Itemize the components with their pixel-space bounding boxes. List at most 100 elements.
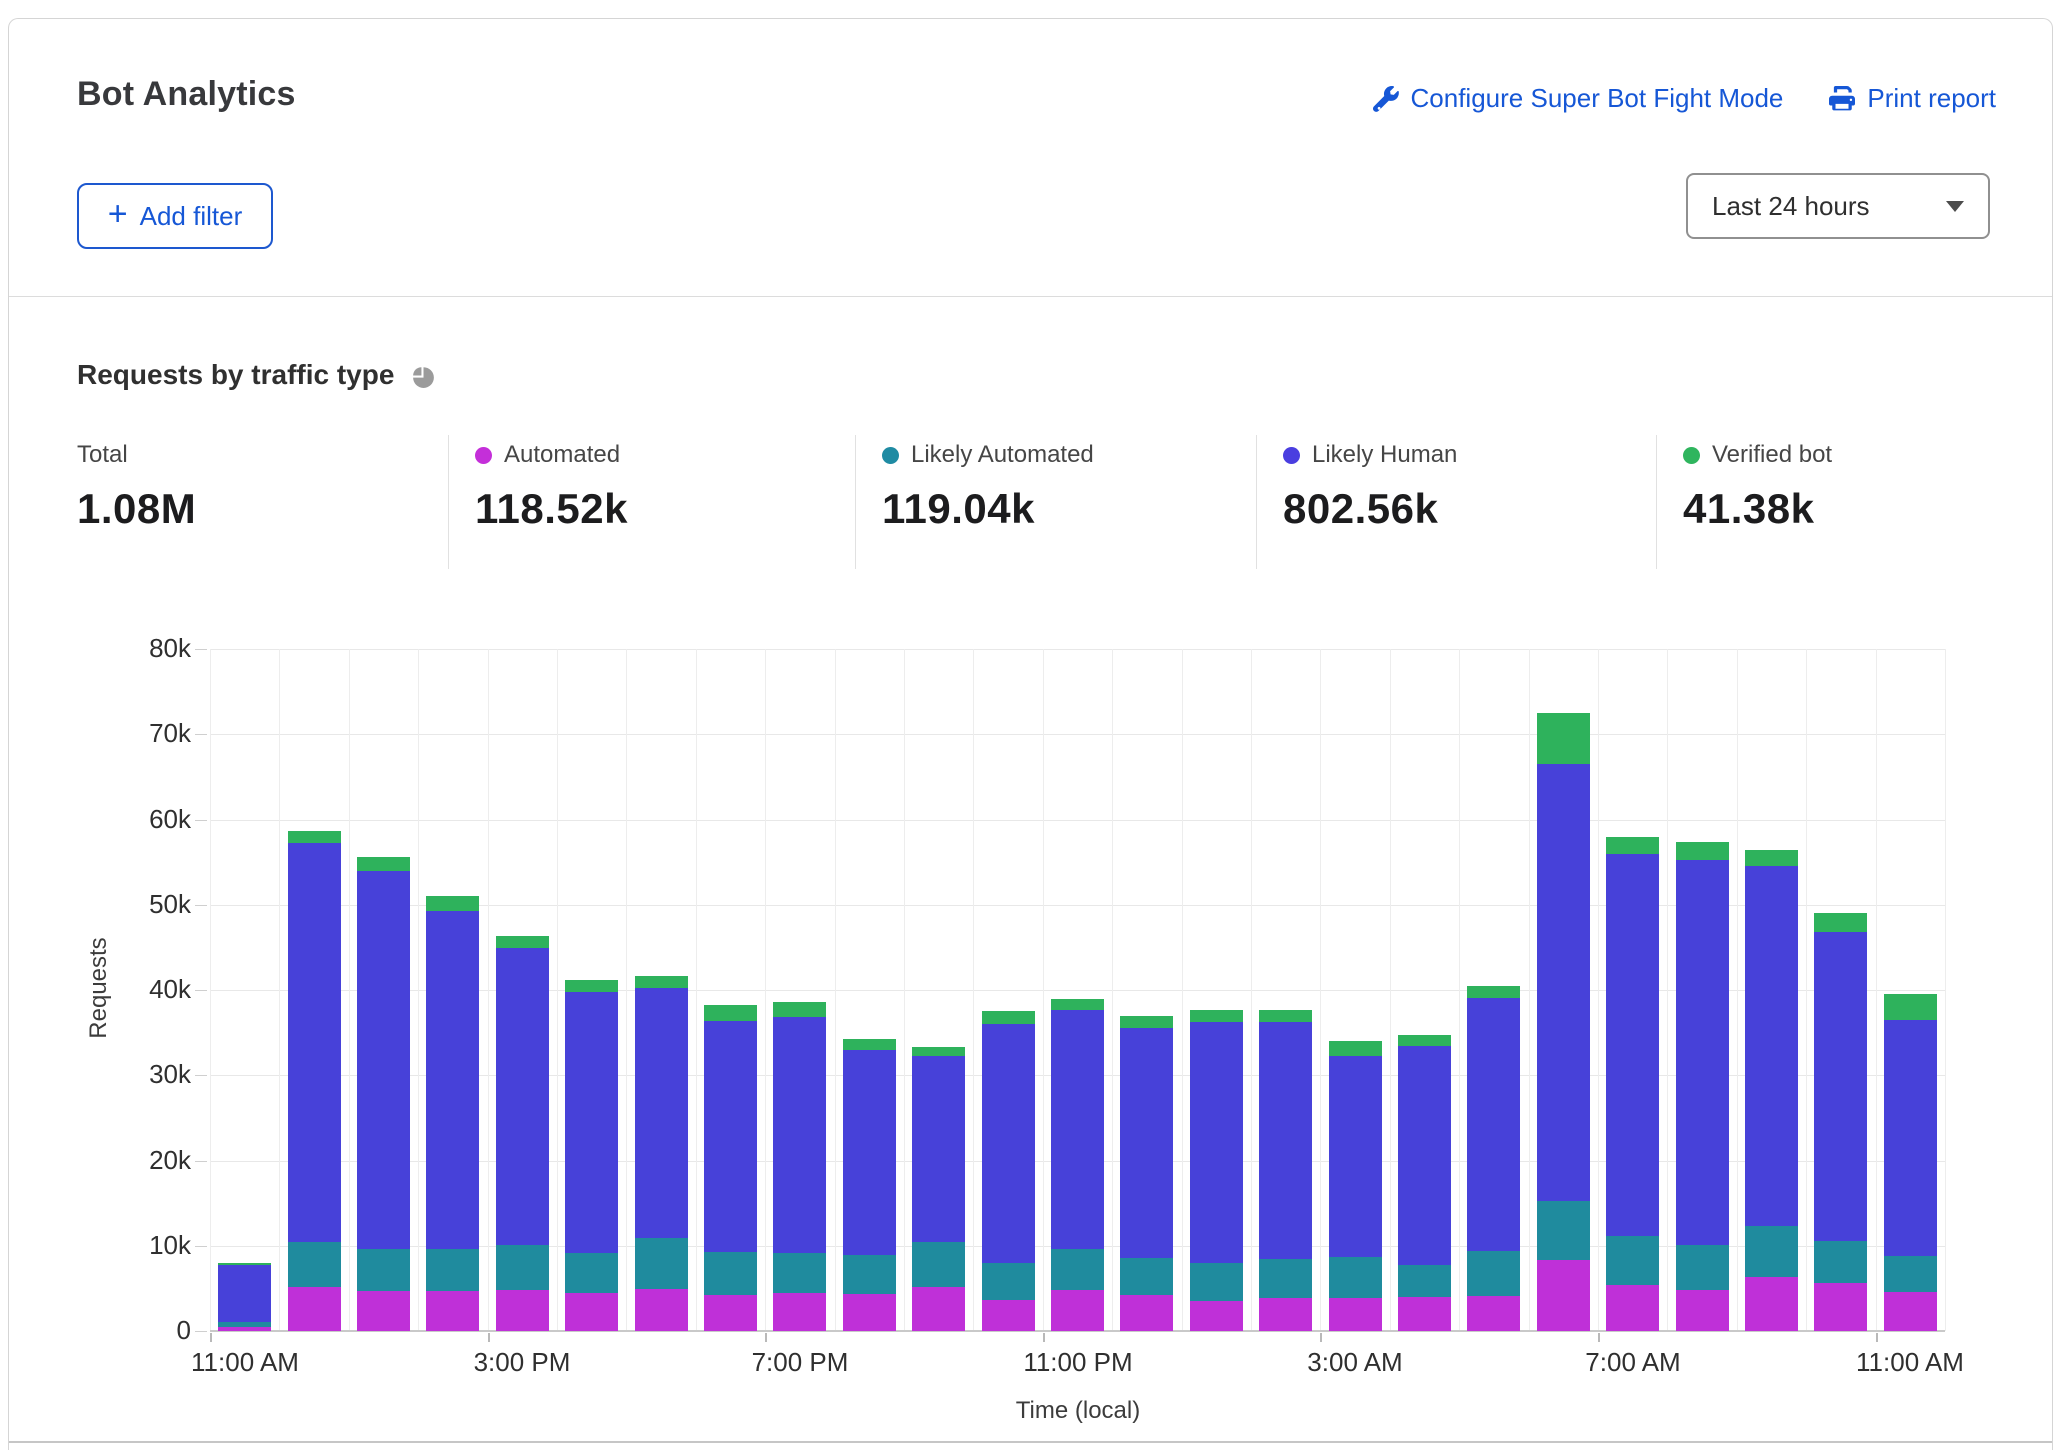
configure-super-bot-fight-mode-link[interactable]: Configure Super Bot Fight Mode (1373, 83, 1784, 114)
v-gridline (1320, 649, 1321, 1331)
automated-segment (496, 1290, 549, 1331)
likely-automated-segment (565, 1253, 618, 1293)
v-gridline (1043, 649, 1044, 1331)
v-gridline (973, 649, 974, 1331)
y-tick-label: 10k (121, 1230, 191, 1261)
bar-9-8-00-pm[interactable] (843, 649, 896, 1331)
bar-1-12-00-pm[interactable] (288, 649, 341, 1331)
add-filter-button[interactable]: + Add filter (77, 183, 273, 249)
bar-18-5-00-am[interactable] (1467, 649, 1520, 1331)
stat-value: 802.56k (1283, 485, 1632, 533)
stat-label: Total (77, 441, 424, 469)
x-tick-mark (210, 1333, 212, 1342)
automated-segment (218, 1327, 271, 1331)
y-tick-mark (195, 1075, 207, 1076)
bar-14-1-00-am[interactable] (1190, 649, 1243, 1331)
plus-icon: + (108, 195, 128, 234)
likely-human-segment (288, 843, 341, 1242)
verified-bot-segment (496, 936, 549, 948)
likely-automated-segment (843, 1255, 896, 1294)
verified-bot-segment (982, 1011, 1035, 1024)
automated-segment (1676, 1290, 1729, 1331)
chart-plot-area (210, 649, 1945, 1331)
bar-23-10-00-am[interactable] (1814, 649, 1867, 1331)
verified-bot-segment (1884, 994, 1937, 1020)
y-tick-label: 30k (121, 1059, 191, 1090)
likely-automated-legend-dot (882, 447, 899, 464)
bar-12-11-00-pm[interactable] (1051, 649, 1104, 1331)
bar-5-4-00-pm[interactable] (565, 649, 618, 1331)
stat-value: 119.04k (882, 485, 1232, 533)
stat-automated: Automated118.52k (448, 435, 855, 569)
v-gridline (1945, 649, 1946, 1331)
bar-20-7-00-am[interactable] (1606, 649, 1659, 1331)
y-tick-label: 50k (121, 889, 191, 920)
bar-0-11-00-am[interactable] (218, 649, 271, 1331)
likely-automated-segment (982, 1263, 1035, 1300)
bar-24-11-00-am[interactable] (1884, 649, 1937, 1331)
bar-16-3-00-am[interactable] (1329, 649, 1382, 1331)
automated-segment (773, 1293, 826, 1331)
bar-6-5-00-pm[interactable] (635, 649, 688, 1331)
bar-21-8-00-am[interactable] (1676, 649, 1729, 1331)
print-report-link[interactable]: Print report (1829, 83, 1996, 114)
v-gridline (1251, 649, 1252, 1331)
bar-15-2-00-am[interactable] (1259, 649, 1312, 1331)
likely-human-segment (843, 1050, 896, 1255)
likely-automated-segment (1745, 1226, 1798, 1277)
stat-label-text: Likely Human (1312, 441, 1457, 469)
stat-value: 41.38k (1683, 485, 1962, 533)
verified-bot-segment (1120, 1016, 1173, 1028)
stat-label-text: Automated (504, 441, 620, 469)
likely-automated-segment (1329, 1257, 1382, 1298)
bar-10-9-00-pm[interactable] (912, 649, 965, 1331)
likely-automated-segment (1120, 1258, 1173, 1295)
likely-automated-segment (1259, 1259, 1312, 1298)
y-tick-mark (195, 1331, 207, 1332)
bar-13-12-00-am[interactable] (1120, 649, 1173, 1331)
stat-label-text: Total (77, 441, 128, 469)
v-gridline (279, 649, 280, 1331)
bar-4-3-00-pm[interactable] (496, 649, 549, 1331)
likely-human-segment (1051, 1010, 1104, 1249)
likely-human-segment (1676, 860, 1729, 1245)
x-tick-label: 11:00 PM (1023, 1347, 1132, 1378)
stats-row: Total1.08MAutomated118.52kLikely Automat… (77, 435, 1986, 569)
stat-likely-automated: Likely Automated 119.04k (855, 435, 1256, 569)
likely-automated-segment (773, 1253, 826, 1293)
automated-segment (1606, 1285, 1659, 1331)
stat-label: Likely Automated (882, 441, 1232, 469)
bar-17-4-00-am[interactable] (1398, 649, 1451, 1331)
x-tick-label: 11:00 AM (191, 1347, 299, 1378)
y-tick-label: 0 (121, 1315, 191, 1346)
likely-human-segment (1606, 854, 1659, 1236)
bar-11-10-00-pm[interactable] (982, 649, 1035, 1331)
stat-verified-bot: Verified bot 41.38k (1656, 435, 1986, 569)
bar-2-1-00-pm[interactable] (357, 649, 410, 1331)
verified-bot-segment (218, 1263, 271, 1265)
likely-automated-segment (1676, 1245, 1729, 1290)
bar-7-6-00-pm[interactable] (704, 649, 757, 1331)
time-range-select[interactable]: Last 24 hours (1686, 173, 1990, 239)
stat-label-text: Verified bot (1712, 441, 1832, 469)
likely-human-legend-dot (1283, 447, 1300, 464)
verified-bot-segment (912, 1047, 965, 1056)
likely-human-segment (1190, 1022, 1243, 1263)
bar-22-9-00-am[interactable] (1745, 649, 1798, 1331)
printer-icon (1829, 86, 1855, 112)
bar-19-6-00-am[interactable] (1537, 649, 1590, 1331)
likely-human-segment (982, 1024, 1035, 1263)
v-gridline (1390, 649, 1391, 1331)
bottom-divider (9, 1441, 2052, 1443)
bar-8-7-00-pm[interactable] (773, 649, 826, 1331)
stat-label: Automated (475, 441, 831, 469)
bar-3-2-00-pm[interactable] (426, 649, 479, 1331)
section-title: Requests by traffic type (77, 359, 394, 391)
automated-segment (912, 1287, 965, 1331)
y-tick-mark (195, 820, 207, 821)
v-gridline (418, 649, 419, 1331)
likely-automated-segment (1467, 1251, 1520, 1296)
likely-human-segment (912, 1056, 965, 1242)
verified-bot-segment (1537, 713, 1590, 764)
configure-link-label: Configure Super Bot Fight Mode (1411, 83, 1784, 114)
